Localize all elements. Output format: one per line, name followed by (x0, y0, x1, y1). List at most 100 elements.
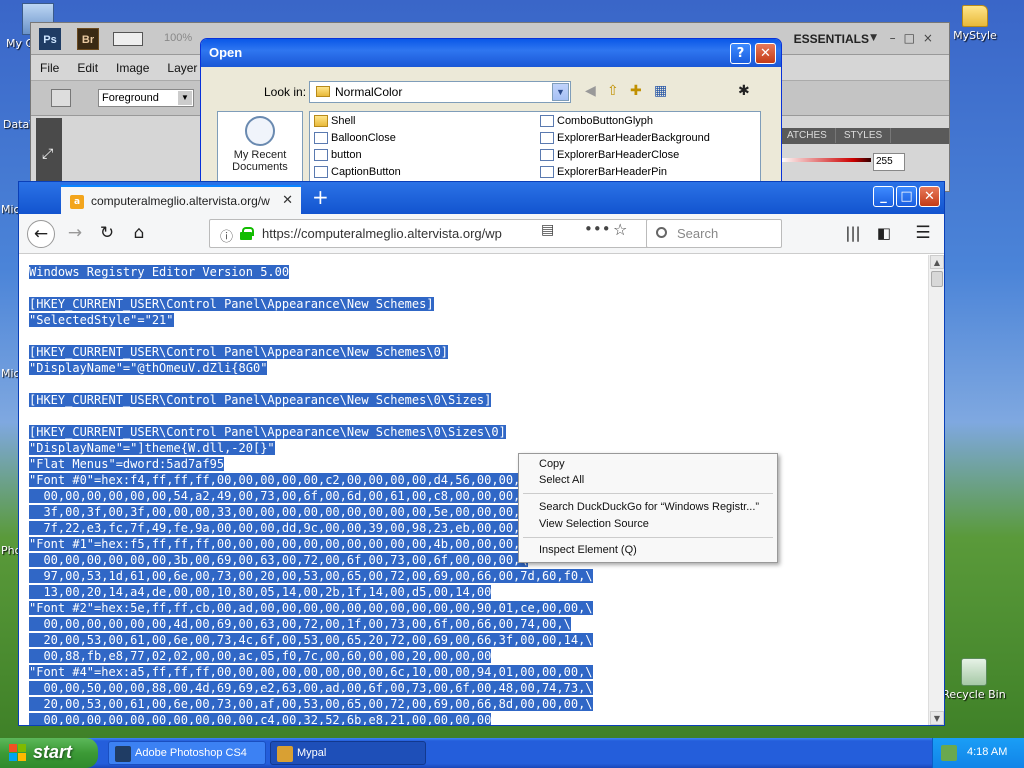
menu-icon[interactable]: ☰ (909, 220, 937, 248)
registry-line: "Flat Menus"=dword:5ad7af95 (29, 457, 225, 471)
file-name: BalloonClose (331, 132, 396, 144)
registry-line: 3f,00,3f,00,3f,00,00,00,33,00,00,00,00,0… (29, 505, 528, 519)
registry-line: 00,00,00,00,00,00,54,a2,49,00,73,00,6f,0… (29, 489, 528, 503)
file-item[interactable]: ExplorerBarHeaderPin (538, 165, 667, 181)
library-icon[interactable]: ||| (839, 220, 867, 248)
file-item[interactable]: ExplorerBarHeaderClose (538, 148, 679, 164)
tray-app-icon[interactable] (941, 745, 957, 761)
registry-line: "Font #4"=hex:a5,ff,ff,ff,00,00,00,00,00… (29, 665, 593, 679)
file-item[interactable]: Shell (312, 114, 355, 130)
menu-item-copy[interactable]: Copy (539, 458, 565, 474)
close-button[interactable]: ✕ (755, 43, 776, 64)
browser-tab[interactable]: a computeralmeglio.altervista.org/w ✕ (61, 185, 301, 214)
close-tab-icon[interactable]: ✕ (282, 192, 293, 208)
desktop-icon-recycle-bin[interactable]: Recycle Bin (939, 658, 1009, 701)
context-menu: Copy Select All Search DuckDuckGo for “W… (518, 453, 778, 563)
info-icon[interactable]: ⓘ (220, 226, 233, 245)
chevron-down-icon[interactable]: ▼ (870, 33, 877, 43)
url-text: https://computeralmeglio.altervista.org/… (262, 226, 502, 241)
file-item[interactable]: ExplorerBarHeaderBackground (538, 131, 710, 147)
paint-bucket-icon[interactable] (51, 89, 71, 107)
back-icon[interactable]: ◀ (585, 83, 596, 99)
help-button[interactable]: ? (730, 43, 751, 64)
new-tab-button[interactable]: + (312, 185, 329, 209)
minimize-button[interactable]: _ (873, 186, 894, 207)
scroll-down-icon[interactable]: ▼ (930, 711, 944, 725)
fill-source-select[interactable]: Foreground ▼ (98, 89, 194, 107)
views-menu-icon[interactable]: ▦ (654, 83, 667, 99)
tab-styles[interactable]: STYLES (836, 128, 892, 143)
bookmark-star-icon[interactable]: ☆ (613, 220, 627, 239)
close-button[interactable]: ✕ (919, 186, 940, 207)
taskbar-item-photoshop[interactable]: Adobe Photoshop CS4 (108, 741, 266, 765)
registry-line: 20,00,53,00,61,00,6e,00,73,4c,6f,00,53,0… (29, 633, 593, 647)
clock[interactable]: 4:18 AM (967, 746, 1007, 758)
taskbar-item-mypal[interactable]: Mypal (270, 741, 426, 765)
registry-line: 00,00,00,00,00,00,00,00,00,00,c4,00,32,5… (29, 713, 492, 725)
file-name: button (331, 149, 362, 161)
vertical-scrollbar[interactable]: ▲ ▼ (928, 255, 944, 725)
desktop-edge-label: Mic (1, 203, 20, 216)
windows-logo-icon (9, 744, 27, 762)
search-icon (656, 227, 667, 238)
menu-separator (523, 493, 773, 494)
zoom-level[interactable]: 100% (164, 32, 192, 44)
up-folder-icon[interactable]: ⇧ (607, 83, 619, 99)
menu-edit[interactable]: Edit (68, 57, 107, 79)
page-actions-icon[interactable]: ••• (584, 220, 611, 238)
mypal-icon (277, 746, 293, 762)
file-name: CaptionButton (331, 166, 401, 178)
place-recent-documents[interactable]: My Recent Documents (218, 116, 302, 173)
file-item[interactable]: BalloonClose (312, 131, 396, 147)
task-label: Adobe Photoshop CS4 (135, 747, 247, 759)
back-button[interactable]: ← (27, 220, 55, 248)
menu-file[interactable]: File (31, 57, 68, 79)
menu-image[interactable]: Image (107, 57, 158, 79)
look-in-select[interactable]: NormalColor ▼ (309, 81, 571, 103)
chevron-down-icon[interactable]: ▼ (552, 83, 569, 101)
view-extras-icon[interactable] (113, 32, 143, 46)
scroll-thumb[interactable] (931, 271, 943, 287)
file-item[interactable]: CaptionButton (312, 165, 401, 181)
menu-item-inspect-element[interactable]: Inspect Element (Q) (539, 544, 637, 560)
registry-line: 97,00,53,1d,61,00,6e,00,73,00,20,00,53,0… (29, 569, 593, 583)
chevron-down-icon[interactable]: ▼ (178, 91, 192, 105)
navigation-toolbar: ← → ↻ ⌂ ⓘ https://computeralmeglio.alter… (19, 214, 944, 254)
bridge-logo[interactable]: Br (77, 28, 99, 50)
scroll-up-icon[interactable]: ▲ (930, 255, 944, 269)
maximize-button[interactable]: □ (896, 186, 917, 207)
new-folder-icon[interactable]: ✚ (630, 83, 642, 99)
home-button[interactable]: ⌂ (125, 220, 153, 248)
tools-icon[interactable]: ✱ (738, 83, 750, 99)
reload-button[interactable]: ↻ (93, 220, 121, 248)
registry-text[interactable]: Windows Registry Editor Version 5.00 [HK… (19, 255, 929, 725)
desktop-icon-mystyle[interactable]: MyStyle (940, 5, 1010, 42)
registry-line: [HKEY_CURRENT_USER\Control Panel\Appeara… (29, 425, 506, 439)
sidebar-icon[interactable]: ◧ (870, 220, 898, 248)
move-tool-icon[interactable]: ⤢ (42, 146, 53, 162)
search-input[interactable]: Search (646, 219, 782, 248)
taskbar: start Adobe Photoshop CS4 Mypal 4:18 AM (0, 738, 1024, 768)
file-item[interactable]: button (312, 148, 362, 164)
registry-line: [HKEY_CURRENT_USER\Control Panel\Appeara… (29, 297, 434, 311)
file-name: ExplorerBarHeaderClose (557, 149, 680, 161)
menu-item-select-all[interactable]: Select All (539, 474, 584, 490)
registry-line: "DisplayName"="@thOmeuV.dZli{8G0" (29, 361, 268, 375)
registry-line: 00,00,00,00,00,00,3b,00,69,00,63,00,72,0… (29, 553, 528, 567)
file-item[interactable]: ComboButtonGlyph (538, 114, 653, 130)
site-favicon-icon: a (70, 195, 84, 209)
start-button[interactable]: start (0, 738, 98, 768)
menu-item-view-selection-source[interactable]: View Selection Source (539, 518, 649, 534)
color-slider[interactable] (781, 158, 871, 162)
menu-item-search-duckduckgo[interactable]: Search DuckDuckGo for “Windows Registr..… (539, 501, 759, 517)
registry-line: 7f,22,e3,fc,7f,49,fe,9a,00,00,00,dd,9c,0… (29, 521, 528, 535)
workspace-switcher[interactable]: ESSENTIALS (794, 32, 869, 46)
color-value-field[interactable]: 255 (873, 153, 905, 171)
folder-icon (316, 86, 330, 97)
recycle-bin-icon (961, 658, 987, 686)
reader-view-icon[interactable]: ▤ (541, 222, 554, 238)
forward-button[interactable]: → (61, 220, 89, 248)
tab-swatches[interactable]: ATCHES (779, 128, 836, 143)
photoshop-window-controls[interactable]: –□× (890, 31, 941, 45)
dialog-title: Open (209, 45, 243, 60)
